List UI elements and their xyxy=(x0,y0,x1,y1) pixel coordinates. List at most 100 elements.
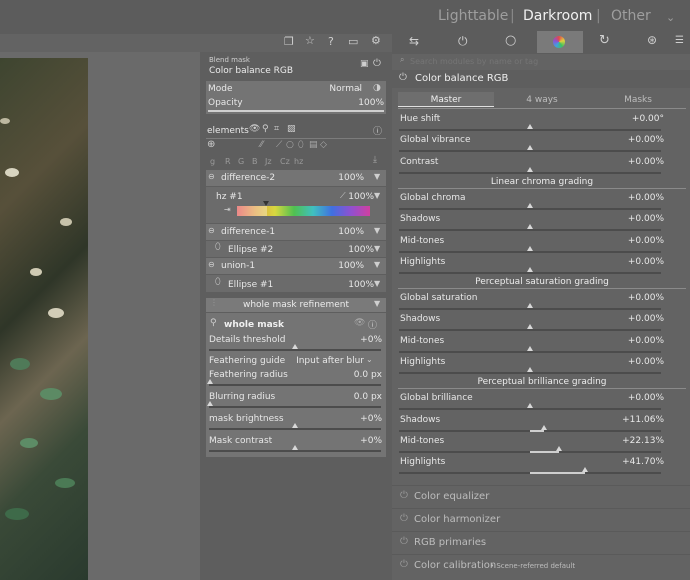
slider-value[interactable]: +0.00% xyxy=(592,193,664,203)
chevron-down-icon[interactable]: ⌄ xyxy=(356,83,363,92)
power-icon[interactable]: ⏻ xyxy=(400,559,408,570)
star-icon[interactable]: ☆ xyxy=(305,34,315,47)
reset-icon[interactable]: ⤓ xyxy=(373,155,377,165)
slider-value[interactable]: +11.06% xyxy=(592,415,664,425)
shape-opacity[interactable]: 100% xyxy=(320,227,364,237)
blurring-radius-slider[interactable] xyxy=(209,406,381,408)
channel-jz[interactable]: Jz xyxy=(265,157,272,166)
slider-track[interactable] xyxy=(399,207,661,210)
slider-value[interactable]: +0.00% xyxy=(592,157,664,167)
mask-brightness-value[interactable]: +0% xyxy=(330,414,382,424)
brush-icon[interactable]: ⁄⁄ xyxy=(260,140,263,150)
slider-value[interactable]: +22.13% xyxy=(592,436,664,446)
triangle-down-icon[interactable]: ▼ xyxy=(374,244,380,253)
slider-track[interactable] xyxy=(399,271,661,274)
slider-value[interactable]: +0.00% xyxy=(592,393,664,403)
channel-cz[interactable]: Cz xyxy=(280,157,290,166)
feathering-radius-slider[interactable] xyxy=(209,384,381,386)
module-item[interactable]: ⏻ Color harmonizer xyxy=(392,508,690,530)
contrast-icon[interactable]: ◑ xyxy=(373,83,381,93)
keyboard-icon[interactable]: ▭ xyxy=(348,35,358,48)
slider-value[interactable]: +0.00% xyxy=(592,236,664,246)
toggle-icon[interactable]: ⊖ xyxy=(208,172,215,181)
slider-track[interactable] xyxy=(399,229,661,232)
shape-opacity[interactable]: 100% xyxy=(320,173,364,183)
slider-track[interactable] xyxy=(399,171,661,174)
slider-thumb[interactable] xyxy=(527,224,533,230)
invert-icon[interactable]: ⇥ xyxy=(224,205,231,214)
add-icon[interactable]: ⊕ xyxy=(207,139,215,150)
feathering-guide-select[interactable]: Input after blur xyxy=(290,356,364,366)
channel-g[interactable]: g xyxy=(210,157,215,166)
shape-opacity[interactable]: 100% xyxy=(334,192,374,202)
channel-hz[interactable]: hz xyxy=(294,157,303,166)
module-item[interactable]: ⏻ RGB primaries xyxy=(392,531,690,553)
slider-thumb[interactable] xyxy=(527,367,533,372)
toggle-icon[interactable]: ⊖ xyxy=(208,260,215,269)
shape-opacity[interactable]: 100% xyxy=(330,245,374,255)
slider-value[interactable]: +0.00% xyxy=(592,135,664,145)
slider-track[interactable] xyxy=(399,372,661,374)
toggle-icon[interactable]: ⊖ xyxy=(208,226,215,235)
slider-thumb[interactable] xyxy=(527,403,533,409)
view-lighttable[interactable]: Lighttable xyxy=(438,8,508,24)
square-icon[interactable]: ▣ xyxy=(360,59,369,69)
slider-value[interactable]: +0.00% xyxy=(592,257,664,267)
module-item[interactable]: ⏻ Color equalizer xyxy=(392,485,690,507)
slider-thumb[interactable] xyxy=(555,445,562,451)
slider-value[interactable]: +0.00% xyxy=(592,336,664,346)
gear-icon[interactable]: ⚙ xyxy=(371,34,381,47)
channel-b[interactable]: B xyxy=(252,157,258,166)
slider-thumb[interactable] xyxy=(582,467,589,473)
hue-marker[interactable] xyxy=(263,201,269,206)
slider-thumb[interactable] xyxy=(527,245,533,251)
pointer-icon[interactable]: ⚲ xyxy=(262,124,269,134)
chevron-down-icon[interactable]: ⌄ xyxy=(666,11,675,24)
view-darkroom[interactable]: Darkroom xyxy=(523,8,592,24)
triangle-down-icon[interactable]: ▼ xyxy=(374,299,380,308)
slider-value[interactable]: +0.00% xyxy=(592,357,664,367)
feathering-radius-value[interactable]: 0.0 px xyxy=(330,370,382,380)
opacity-slider[interactable] xyxy=(208,110,384,112)
module-item[interactable]: ⏻ Color calibration • Scene-referred defau… xyxy=(392,554,690,576)
opacity-value[interactable]: 100% xyxy=(330,98,384,108)
eye-icon[interactable]: 👁 xyxy=(354,318,365,328)
slider-track[interactable] xyxy=(399,308,661,311)
details-threshold-slider[interactable] xyxy=(209,349,381,351)
mask-contrast-value[interactable]: +0% xyxy=(330,436,382,446)
slider-value[interactable]: +0.00° xyxy=(592,114,664,124)
triangle-down-icon[interactable]: ▼ xyxy=(374,172,380,181)
triangle-down-icon[interactable]: ▼ xyxy=(374,226,380,235)
circle-icon[interactable]: ○ xyxy=(286,140,294,150)
path-icon[interactable]: ⟋ xyxy=(276,140,282,150)
help-icon[interactable]: ? xyxy=(328,35,334,48)
slider-thumb[interactable] xyxy=(541,424,548,430)
power-icon[interactable]: ⏻ xyxy=(373,58,381,69)
slider-thumb[interactable] xyxy=(527,202,533,208)
picker-icon[interactable]: ▨ xyxy=(287,124,296,134)
slider-track[interactable] xyxy=(399,250,661,253)
slider-track[interactable] xyxy=(399,150,661,153)
triangle-down-icon[interactable]: ▼ xyxy=(374,191,380,200)
slider-track[interactable] xyxy=(399,408,661,411)
parametric-icon[interactable]: ◇ xyxy=(320,140,327,150)
slider-track[interactable] xyxy=(399,329,661,332)
channel-r[interactable]: R xyxy=(225,157,231,166)
info-icon[interactable]: ⓘ xyxy=(373,124,382,137)
slider-thumb[interactable] xyxy=(527,303,533,309)
pointer-icon[interactable]: ⚲ xyxy=(210,318,217,328)
power-icon[interactable]: ⏻ xyxy=(400,513,408,524)
shape-opacity[interactable]: 100% xyxy=(330,280,374,290)
info-icon[interactable]: ⓘ xyxy=(368,318,377,331)
slider-track[interactable] xyxy=(399,129,661,131)
ellipse-icon[interactable]: ⬯ xyxy=(298,140,304,150)
slider-track[interactable] xyxy=(399,350,661,353)
mask-contrast-slider[interactable] xyxy=(209,450,381,452)
slider-value[interactable]: +0.00% xyxy=(592,214,664,224)
slider-thumb[interactable] xyxy=(527,345,533,351)
grid-icon[interactable]: ⌗ xyxy=(274,124,279,134)
slider-thumb[interactable] xyxy=(527,166,533,172)
power-icon[interactable]: ⏻ xyxy=(400,490,408,501)
shape-opacity[interactable]: 100% xyxy=(320,261,364,271)
chevron-down-icon[interactable]: ⌄ xyxy=(366,355,373,364)
